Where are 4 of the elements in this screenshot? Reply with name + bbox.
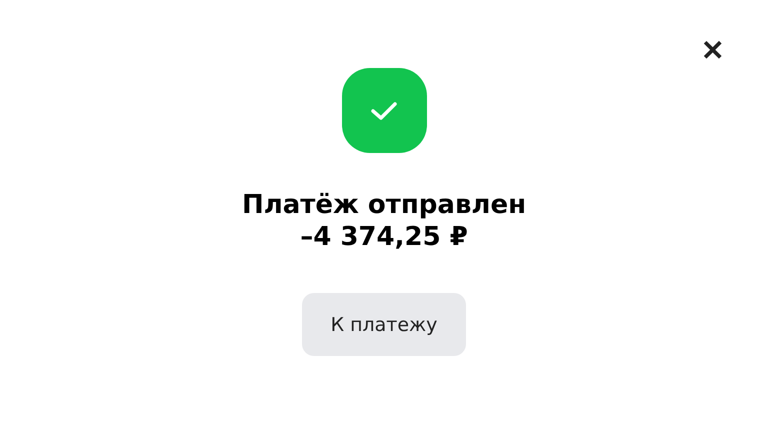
close-button[interactable]: ✕ — [701, 36, 724, 66]
back-to-payment-button[interactable]: К платежу — [302, 293, 466, 356]
payment-status-title: Платёж отправлен — [242, 189, 526, 221]
payment-amount: –4 374,25 ₽ — [300, 221, 468, 253]
